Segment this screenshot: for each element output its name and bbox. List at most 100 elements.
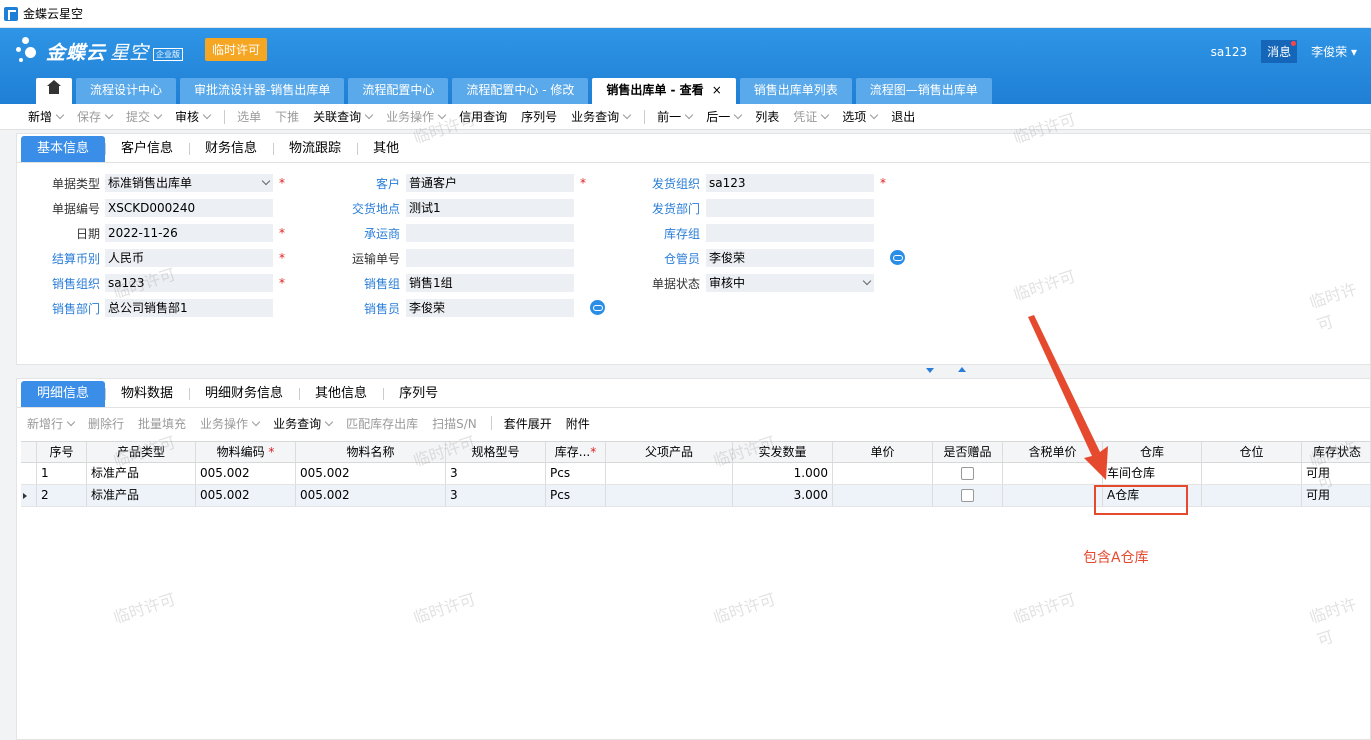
linked-query-button[interactable]: 关联查询 bbox=[313, 108, 374, 125]
tab-material-data[interactable]: 物料数据 bbox=[105, 381, 189, 407]
tab-process-config[interactable]: 流程配置中心 bbox=[348, 78, 449, 104]
currency-field[interactable]: 人民币 bbox=[105, 249, 273, 267]
save-button[interactable]: 保存 bbox=[77, 108, 114, 125]
carrier-field[interactable] bbox=[406, 224, 574, 242]
kit-expand-button[interactable]: 套件展开 bbox=[504, 415, 552, 432]
sale-org-label[interactable]: 销售组织 bbox=[16, 275, 100, 292]
tab-serial-no[interactable]: 序列号 bbox=[383, 381, 454, 407]
exit-button[interactable]: 退出 bbox=[891, 108, 915, 125]
ship-dept-field[interactable] bbox=[706, 199, 874, 217]
col-stock-unit[interactable]: 库存...* bbox=[546, 442, 606, 462]
match-stock-button[interactable]: 匹配库存出库 bbox=[346, 415, 418, 432]
customer-label[interactable]: 客户 bbox=[316, 175, 400, 192]
date-field[interactable]: 2022-11-26 bbox=[105, 224, 273, 242]
temp-license-badge[interactable]: 临时许可 bbox=[205, 38, 268, 61]
tab-other[interactable]: 其他 bbox=[357, 136, 415, 162]
close-icon[interactable]: × bbox=[712, 83, 722, 97]
customer-field[interactable]: 普通客户 bbox=[406, 174, 574, 192]
salesman-field[interactable]: 李俊荣 bbox=[406, 299, 574, 317]
tab-approval-designer[interactable]: 审批流设计器-销售出库单 bbox=[180, 78, 345, 104]
collapse-up-icon[interactable] bbox=[958, 367, 966, 372]
list-button[interactable]: 列表 bbox=[755, 108, 779, 125]
col-parent-product[interactable]: 父项产品 bbox=[606, 442, 733, 462]
business-op-button[interactable]: 业务操作 bbox=[386, 108, 447, 125]
batch-fill-button[interactable]: 批量填充 bbox=[138, 415, 186, 432]
col-is-gift[interactable]: 是否赠品 bbox=[933, 442, 1003, 462]
scan-sn-button[interactable]: 扫描S/N bbox=[432, 415, 477, 432]
status-label: 单据状态 bbox=[651, 276, 700, 291]
add-row-button[interactable]: 新增行 bbox=[27, 415, 76, 432]
col-material-name[interactable]: 物料名称 bbox=[296, 442, 446, 462]
stock-group-label[interactable]: 库存组 bbox=[616, 225, 700, 242]
voucher-button[interactable]: 凭证 bbox=[793, 108, 830, 125]
ship-org-label[interactable]: 发货组织 bbox=[616, 175, 700, 192]
tab-process-config-edit[interactable]: 流程配置中心 - 修改 bbox=[452, 78, 589, 104]
home-tab[interactable] bbox=[36, 78, 72, 104]
salesman-label[interactable]: 销售员 bbox=[316, 300, 400, 317]
user-account[interactable]: sa123 bbox=[1211, 45, 1248, 59]
new-button[interactable]: 新增 bbox=[28, 108, 65, 125]
ship-org-field[interactable]: sa123 bbox=[706, 174, 874, 192]
credit-query-button[interactable]: 信用查询 bbox=[459, 108, 507, 125]
keeper-label[interactable]: 仓管员 bbox=[616, 250, 700, 267]
col-material-code[interactable]: 物料编码 * bbox=[196, 442, 296, 462]
col-qty[interactable]: 实发数量 bbox=[733, 442, 833, 462]
detail-business-query-button[interactable]: 业务查询 bbox=[273, 415, 334, 432]
delivery-place-label[interactable]: 交货地点 bbox=[316, 200, 400, 217]
sale-group-label[interactable]: 销售组 bbox=[316, 275, 400, 292]
cloud-icon[interactable] bbox=[590, 300, 605, 315]
status-select[interactable]: 审核中 bbox=[706, 274, 874, 292]
tab-logistics[interactable]: 物流跟踪 bbox=[273, 136, 357, 162]
serial-number-button[interactable]: 序列号 bbox=[521, 108, 557, 125]
col-product-type[interactable]: 产品类型 bbox=[87, 442, 196, 462]
gift-checkbox[interactable] bbox=[961, 467, 974, 480]
keeper-field[interactable]: 李俊荣 bbox=[706, 249, 874, 267]
push-down-button[interactable]: 下推 bbox=[275, 108, 299, 125]
tab-sales-outbound-list[interactable]: 销售出库单列表 bbox=[739, 78, 852, 104]
tab-detail-finance[interactable]: 明细财务信息 bbox=[189, 381, 299, 407]
detail-business-op-button[interactable]: 业务操作 bbox=[200, 415, 261, 432]
bill-type-select[interactable]: 标准销售出库单 bbox=[105, 174, 273, 192]
collapse-down-icon[interactable] bbox=[926, 368, 934, 373]
options-button[interactable]: 选项 bbox=[842, 108, 879, 125]
col-stock-status[interactable]: 库存状态 bbox=[1302, 442, 1371, 462]
delete-row-button[interactable]: 删除行 bbox=[88, 415, 124, 432]
tab-process-design[interactable]: 流程设计中心 bbox=[76, 78, 177, 104]
warehouse-cell[interactable]: 车间仓库 bbox=[1103, 463, 1202, 484]
delivery-place-field[interactable]: 测试1 bbox=[406, 199, 574, 217]
carrier-label[interactable]: 承运商 bbox=[316, 225, 400, 242]
bill-no-field[interactable]: XSCKD000240 bbox=[105, 199, 273, 217]
gift-checkbox[interactable] bbox=[961, 489, 974, 502]
sale-dept-field[interactable]: 总公司销售部1 bbox=[105, 299, 273, 317]
col-spec[interactable]: 规格型号 bbox=[446, 442, 546, 462]
tab-other-info[interactable]: 其他信息 bbox=[299, 381, 383, 407]
sale-org-field[interactable]: sa123 bbox=[105, 274, 273, 292]
sale-dept-label[interactable]: 销售部门 bbox=[16, 300, 100, 317]
col-bin[interactable]: 仓位 bbox=[1202, 442, 1302, 462]
tab-sales-outbound-view[interactable]: 销售出库单 - 查看 × bbox=[592, 78, 736, 104]
tab-flowchart[interactable]: 流程图—销售出库单 bbox=[855, 78, 992, 104]
tab-basic-info[interactable]: 基本信息 bbox=[21, 136, 106, 162]
business-query-button[interactable]: 业务查询 bbox=[571, 108, 632, 125]
col-seq[interactable]: 序号 bbox=[37, 442, 87, 462]
user-menu[interactable]: 李俊荣 ▾ bbox=[1311, 43, 1357, 60]
transport-no-field[interactable] bbox=[406, 249, 574, 267]
stock-group-field[interactable] bbox=[706, 224, 874, 242]
tab-detail-info[interactable]: 明细信息 bbox=[21, 381, 106, 407]
currency-label[interactable]: 结算币别 bbox=[16, 250, 100, 267]
submit-button[interactable]: 提交 bbox=[126, 108, 163, 125]
col-price[interactable]: 单价 bbox=[833, 442, 933, 462]
next-button[interactable]: 后一 bbox=[706, 108, 743, 125]
ship-dept-label[interactable]: 发货部门 bbox=[616, 200, 700, 217]
tab-customer-info[interactable]: 客户信息 bbox=[105, 136, 189, 162]
table-row[interactable]: 1 标准产品 005.002 005.002 3 Pcs 1.000 车间仓库 … bbox=[21, 463, 1371, 485]
tab-finance-info[interactable]: 财务信息 bbox=[189, 136, 273, 162]
select-bill-button[interactable]: 选单 bbox=[237, 108, 261, 125]
attachment-button[interactable]: 附件 bbox=[566, 415, 590, 432]
messages-button[interactable]: 消息 bbox=[1261, 40, 1298, 63]
sale-group-field[interactable]: 销售1组 bbox=[406, 274, 574, 292]
audit-button[interactable]: 审核 bbox=[175, 108, 212, 125]
previous-button[interactable]: 前一 bbox=[657, 108, 694, 125]
cloud-icon[interactable] bbox=[890, 250, 905, 265]
col-warehouse[interactable]: 仓库 bbox=[1103, 442, 1202, 462]
